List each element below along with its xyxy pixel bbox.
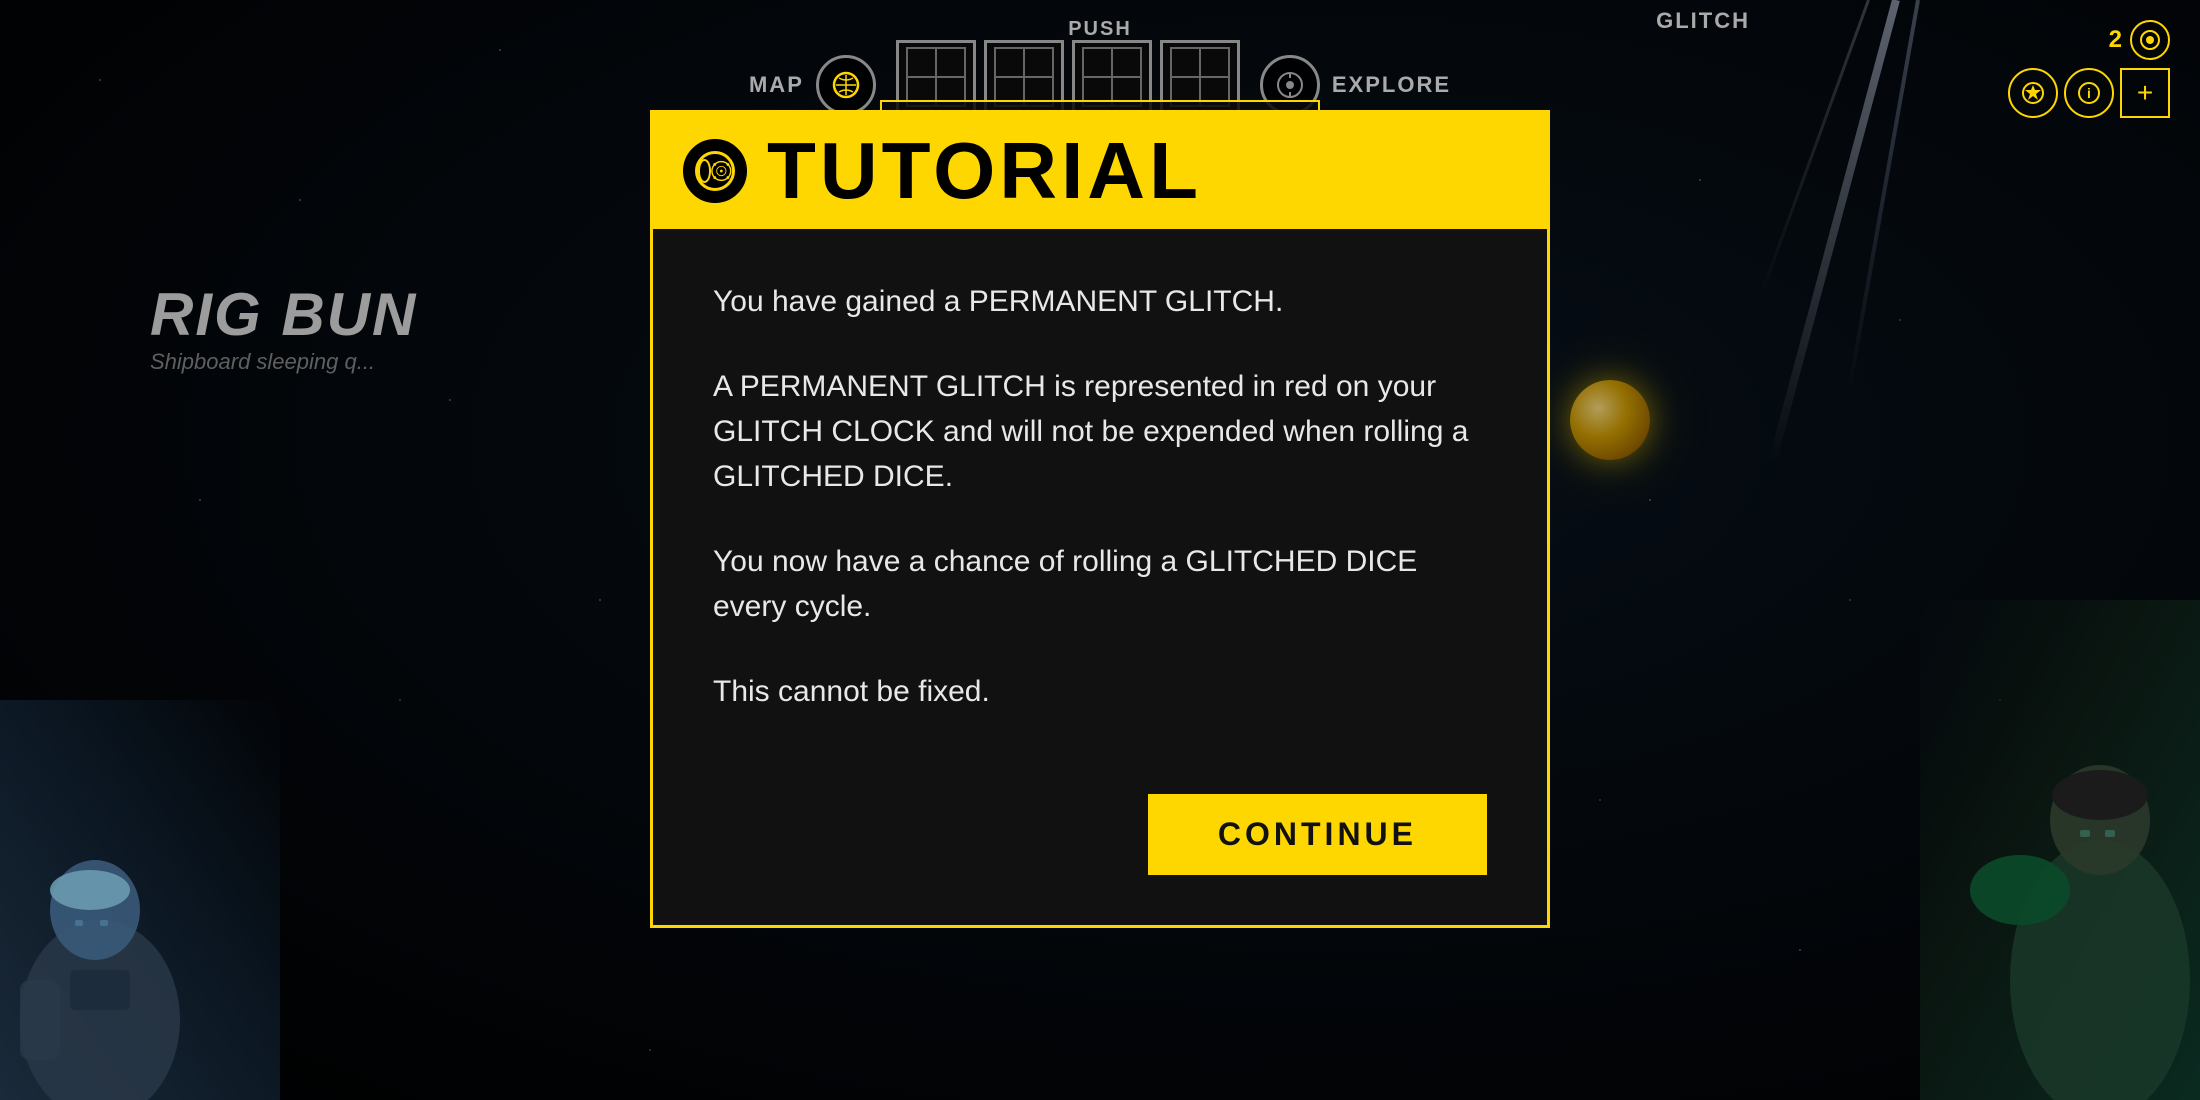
hud-plus-button[interactable]: + [2120, 68, 2170, 118]
counter-value: 2 [2109, 26, 2122, 54]
push-label: PUSH [1068, 18, 1132, 41]
card-cross-1 [906, 47, 966, 107]
character-right-area [1920, 600, 2200, 1100]
counter-circle [2130, 20, 2170, 60]
hud-counter: 2 [2109, 20, 2170, 60]
film-icon [695, 151, 735, 191]
svg-text:i: i [2087, 85, 2091, 101]
tutorial-header: TUTORIAL [653, 113, 1547, 229]
character-left-area [0, 700, 280, 1100]
explore-label: EXPLORE [1332, 72, 1451, 98]
card-cross-3 [1082, 47, 1142, 107]
card-cross-2 [994, 47, 1054, 107]
map-icon[interactable] [816, 55, 876, 115]
tutorial-paragraph-3: You now have a chance of rolling a GLITC… [713, 539, 1487, 629]
tutorial-paragraph-2: A PERMANENT GLITCH is represented in red… [713, 364, 1487, 499]
tutorial-paragraph-1: You have gained a PERMANENT GLITCH. [713, 279, 1487, 324]
map-label: MAP [749, 72, 804, 98]
card-cross-4 [1170, 47, 1230, 107]
tutorial-text: You have gained a PERMANENT GLITCH. A PE… [713, 279, 1487, 714]
plus-symbol: + [2137, 77, 2153, 109]
small-circle-2[interactable]: i [2064, 68, 2114, 118]
tutorial-paragraph-4: This cannot be fixed. [713, 669, 1487, 714]
hud-small-circles: i + [2008, 68, 2170, 118]
tutorial-title: TUTORIAL [767, 131, 1202, 211]
tutorial-modal: TUTORIAL You have gained a PERMANENT GLI… [650, 110, 1550, 928]
right-hud: 2 i + [2008, 20, 2170, 118]
tutorial-body: You have gained a PERMANENT GLITCH. A PE… [653, 229, 1547, 764]
glitch-label: GLITCH [1656, 8, 1750, 33]
small-circle-1[interactable] [2008, 68, 2058, 118]
continue-button[interactable]: CONTINUE [1148, 794, 1487, 875]
tutorial-icon [683, 139, 747, 203]
tutorial-footer: CONTINUE [653, 764, 1547, 925]
